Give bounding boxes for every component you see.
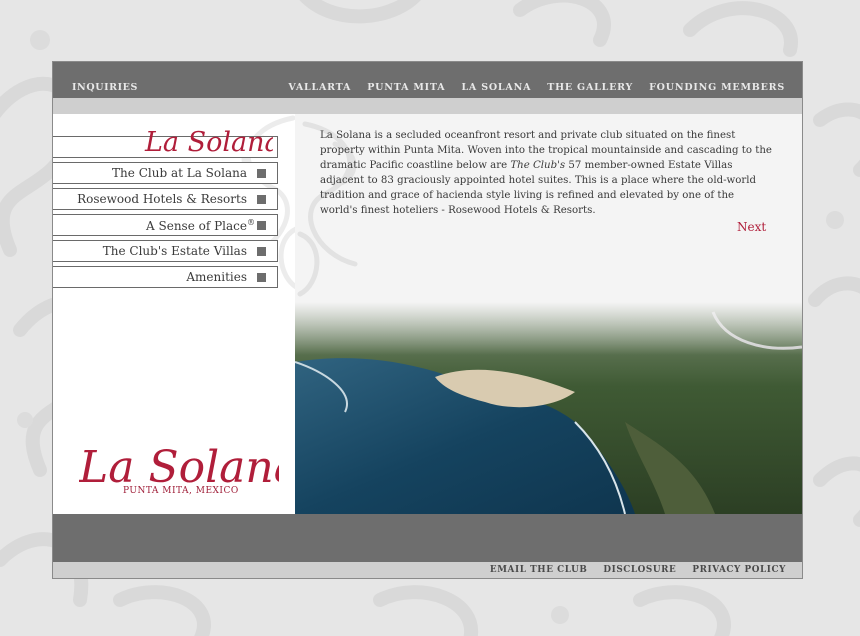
- square-bullet-icon: [257, 272, 266, 282]
- sidebar-item-sense-of-place[interactable]: A Sense of Place®: [53, 214, 278, 236]
- the-clubs-emphasis: The Club's: [510, 160, 566, 171]
- square-bullet-icon: [257, 246, 266, 256]
- nav-founding-members[interactable]: FOUNDING MEMBERS: [649, 82, 785, 93]
- bottom-logo: La Solana PUNTA MITA, MEXICO: [78, 432, 295, 496]
- intro-paragraph: La Solana is a secluded oceanfront resor…: [320, 130, 772, 216]
- footer-disclosure[interactable]: DISCLOSURE: [603, 565, 676, 575]
- nav-la-solana[interactable]: LA SOLANA: [461, 82, 531, 93]
- bottom-logo-text: La Solana: [79, 442, 279, 490]
- sidebar-item-label: Rosewood Hotels & Resorts: [77, 192, 247, 206]
- sidebar-item-label: The Club at La Solana: [112, 166, 247, 180]
- registered-mark: ®: [247, 217, 255, 227]
- nav-inquiries[interactable]: INQUIRIES: [72, 82, 138, 93]
- nav-punta-mita[interactable]: PUNTA MITA: [367, 82, 445, 93]
- sidebar-item-rosewood[interactable]: Rosewood Hotels & Resorts: [53, 188, 278, 210]
- la-solana-logo-text: La Solana: [144, 127, 273, 157]
- main-content: La Solana is a secluded oceanfront resor…: [295, 114, 802, 514]
- main-frame: INQUIRIES VALLARTA PUNTA MITA LA SOLANA …: [52, 61, 803, 579]
- sidebar-item-the-club[interactable]: The Club at La Solana: [53, 162, 278, 184]
- nav-the-gallery[interactable]: THE GALLERY: [547, 82, 633, 93]
- footer-links: EMAIL THE CLUB DISCLOSURE PRIVACY POLICY: [490, 565, 786, 575]
- footer-panel: [53, 514, 802, 562]
- la-solana-logo[interactable]: La Solana: [143, 123, 273, 157]
- top-navigation: INQUIRIES VALLARTA PUNTA MITA LA SOLANA …: [53, 62, 802, 98]
- sidebar: La Solana The Club at La Solana Rosewood…: [53, 114, 295, 514]
- coastline-aerial-photo: [295, 302, 802, 514]
- sidebar-item-label: The Club's Estate Villas: [102, 244, 247, 258]
- footer-bar: EMAIL THE CLUB DISCLOSURE PRIVACY POLICY: [53, 562, 802, 578]
- top-nav-links: VALLARTA PUNTA MITA LA SOLANA THE GALLER…: [288, 82, 785, 93]
- sidebar-logo-box: La Solana: [53, 127, 278, 158]
- square-bullet-icon: [257, 194, 266, 204]
- next-link[interactable]: Next: [737, 220, 766, 234]
- sidebar-item-label: Amenities: [186, 270, 247, 284]
- nav-vallarta[interactable]: VALLARTA: [288, 82, 351, 93]
- sidebar-item-estate-villas[interactable]: The Club's Estate Villas: [53, 240, 278, 262]
- logo-subtitle: PUNTA MITA, MEXICO: [123, 486, 239, 496]
- sidebar-item-amenities[interactable]: Amenities: [53, 266, 278, 288]
- square-bullet-icon: [257, 220, 266, 230]
- footer-privacy-policy[interactable]: PRIVACY POLICY: [692, 565, 786, 575]
- footer-email-the-club[interactable]: EMAIL THE CLUB: [490, 565, 587, 575]
- sidebar-item-label: A Sense of Place®: [146, 217, 255, 233]
- square-bullet-icon: [257, 168, 266, 178]
- la-solana-script-logo: La Solana: [78, 442, 295, 493]
- top-subbar: [53, 98, 802, 114]
